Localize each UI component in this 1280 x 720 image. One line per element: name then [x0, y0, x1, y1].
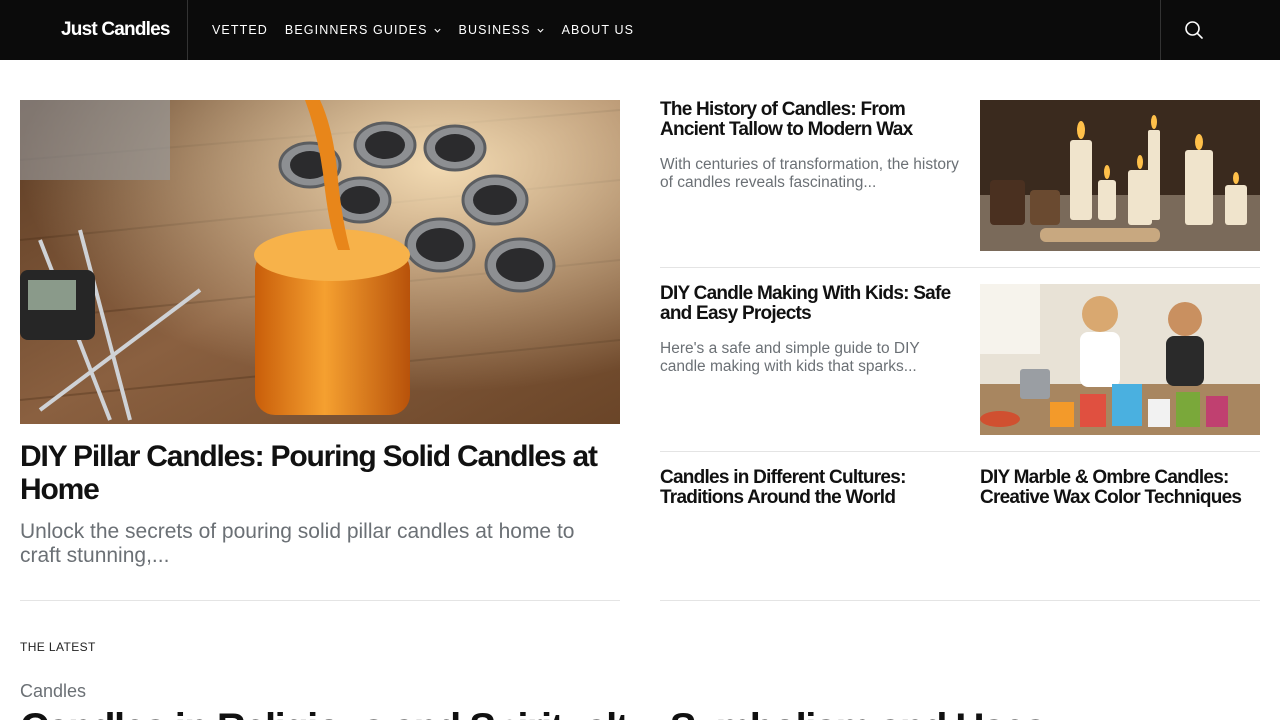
divider	[660, 451, 1260, 452]
article-card-title[interactable]: DIY Candle Making With Kids: Safe and Ea…	[660, 284, 960, 324]
site-logo[interactable]: Just Candles	[61, 18, 170, 42]
category-link[interactable]: Candles	[20, 681, 86, 702]
nav-item-about-us[interactable]: ABOUT US	[562, 23, 634, 37]
section-heading-latest: THE LATEST	[20, 640, 96, 654]
divider	[660, 267, 1260, 268]
divider	[20, 600, 620, 601]
nav-item-business[interactable]: BUSINESS	[459, 23, 545, 37]
hero-article-excerpt: Unlock the secrets of pouring solid pill…	[20, 520, 575, 567]
header-divider	[187, 0, 188, 60]
hero-article-title[interactable]: DIY Pillar Candles: Pouring Solid Candle…	[20, 440, 620, 506]
kids-candle-making-image[interactable]	[980, 284, 1260, 435]
chevron-down-icon	[536, 28, 544, 33]
article-card-title[interactable]: The History of Candles: From Ancient Tal…	[660, 100, 960, 140]
header-divider	[1160, 0, 1161, 60]
candles-history-image[interactable]	[980, 100, 1260, 251]
search-icon[interactable]	[1184, 20, 1204, 40]
chevron-down-icon	[433, 28, 441, 33]
nav-item-label: BEGINNERS GUIDES	[284, 23, 428, 37]
latest-article-title[interactable]: Candles in Religious and Spiritualty: Sy…	[20, 706, 1047, 720]
nav-item-label: BUSINESS	[458, 23, 531, 37]
top-navigation-bar: Just Candles VETTED BEGINNERS GUIDES BUS…	[0, 0, 1280, 60]
article-card-title[interactable]: Candles in Different Cultures: Tradition…	[660, 468, 960, 508]
article-card-excerpt: With centuries of transformation, the hi…	[660, 156, 959, 191]
nav-item-beginners-guides[interactable]: BEGINNERS GUIDES	[285, 23, 442, 37]
candle-pouring-image[interactable]	[20, 100, 620, 424]
article-card-title[interactable]: DIY Marble & Ombre Candles: Creative Wax…	[980, 468, 1260, 508]
nav-item-label: ABOUT US	[561, 23, 635, 37]
nav-item-label: VETTED	[212, 23, 268, 37]
main-nav: VETTED BEGINNERS GUIDES BUSINESS ABOUT U…	[212, 0, 651, 60]
article-card-excerpt: Here's a safe and simple guide to DIY ca…	[660, 340, 920, 375]
divider	[660, 600, 1260, 601]
nav-item-vetted[interactable]: VETTED	[212, 23, 268, 37]
